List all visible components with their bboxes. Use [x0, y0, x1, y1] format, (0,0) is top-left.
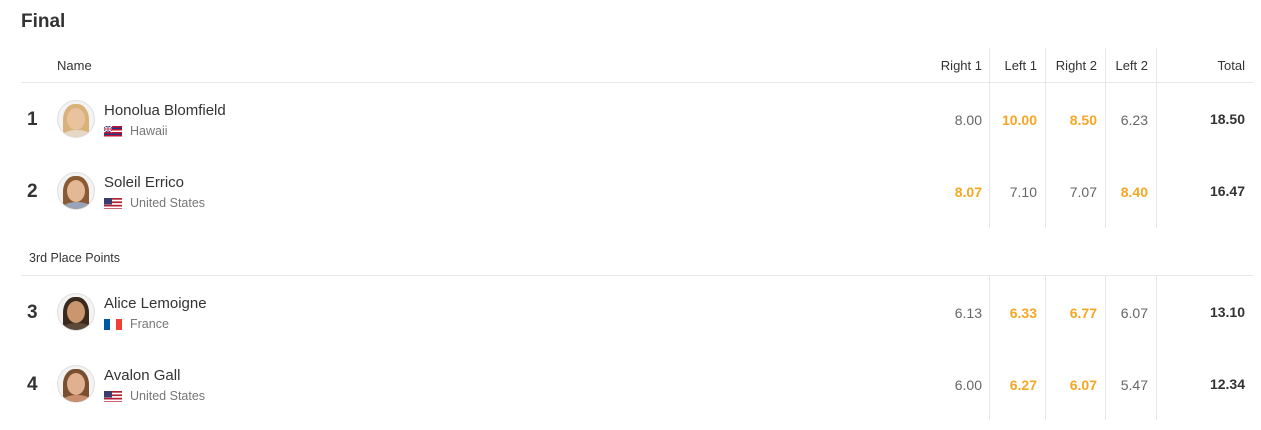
athlete-name[interactable]: Avalon Gall	[104, 367, 180, 384]
rank: 2	[27, 181, 38, 202]
heat-title: Final	[21, 11, 66, 32]
heat-total: 12.34	[1209, 376, 1245, 392]
wave-score: 6.33	[1009, 305, 1037, 321]
wave-score: 6.07	[1120, 305, 1148, 321]
column-divider	[1045, 48, 1046, 228]
column-divider	[1156, 48, 1157, 228]
wave-score: 7.10	[1009, 184, 1037, 200]
us-flag-icon	[104, 390, 122, 402]
column-header-total: Total	[1217, 58, 1245, 73]
wave-score: 8.07	[954, 184, 982, 200]
column-divider	[1156, 276, 1157, 420]
athlete-country: United States	[130, 196, 206, 210]
avatar	[57, 365, 95, 403]
column-header-left-2: Left 2	[1115, 58, 1148, 73]
wave-score: 10.00	[1001, 112, 1037, 128]
avatar	[57, 100, 95, 138]
wave-score: 6.13	[954, 305, 982, 321]
athlete-name[interactable]: Soleil Errico	[104, 174, 184, 191]
us-flag-icon	[104, 197, 122, 209]
column-divider	[989, 276, 990, 420]
athlete-country: France	[130, 317, 169, 331]
wave-score: 6.23	[1120, 112, 1148, 128]
column-divider	[1045, 276, 1046, 420]
column-divider	[989, 48, 990, 228]
athlete-name[interactable]: Alice Lemoigne	[104, 295, 207, 312]
athlete-country: United States	[130, 389, 206, 403]
column-divider	[1105, 48, 1106, 228]
athlete-name[interactable]: Honolua Blomfield	[104, 102, 226, 119]
column-header-name: Name	[57, 58, 92, 73]
hawaii-flag-icon	[104, 125, 122, 137]
wave-score: 6.00	[954, 377, 982, 393]
section-divider	[21, 275, 1253, 276]
column-header-left-1: Left 1	[1004, 58, 1037, 73]
france-flag-icon	[104, 318, 122, 330]
rank: 1	[27, 109, 38, 130]
wave-score: 6.27	[1009, 377, 1037, 393]
rank: 4	[27, 374, 38, 395]
rank: 3	[27, 302, 38, 323]
wave-score: 8.40	[1120, 184, 1148, 200]
section-label-3rd-place: 3rd Place Points	[29, 251, 121, 265]
heat-total: 16.47	[1209, 183, 1245, 199]
heat-total: 18.50	[1209, 111, 1245, 127]
wave-score: 5.47	[1120, 377, 1148, 393]
header-divider	[21, 82, 1253, 83]
wave-score: 8.00	[954, 112, 982, 128]
column-header-right-1: Right 1	[940, 58, 982, 73]
athlete-country: Hawaii	[130, 124, 168, 138]
column-divider	[1105, 276, 1106, 420]
heat-total: 13.10	[1209, 304, 1245, 320]
avatar	[57, 172, 95, 210]
avatar	[57, 293, 95, 331]
